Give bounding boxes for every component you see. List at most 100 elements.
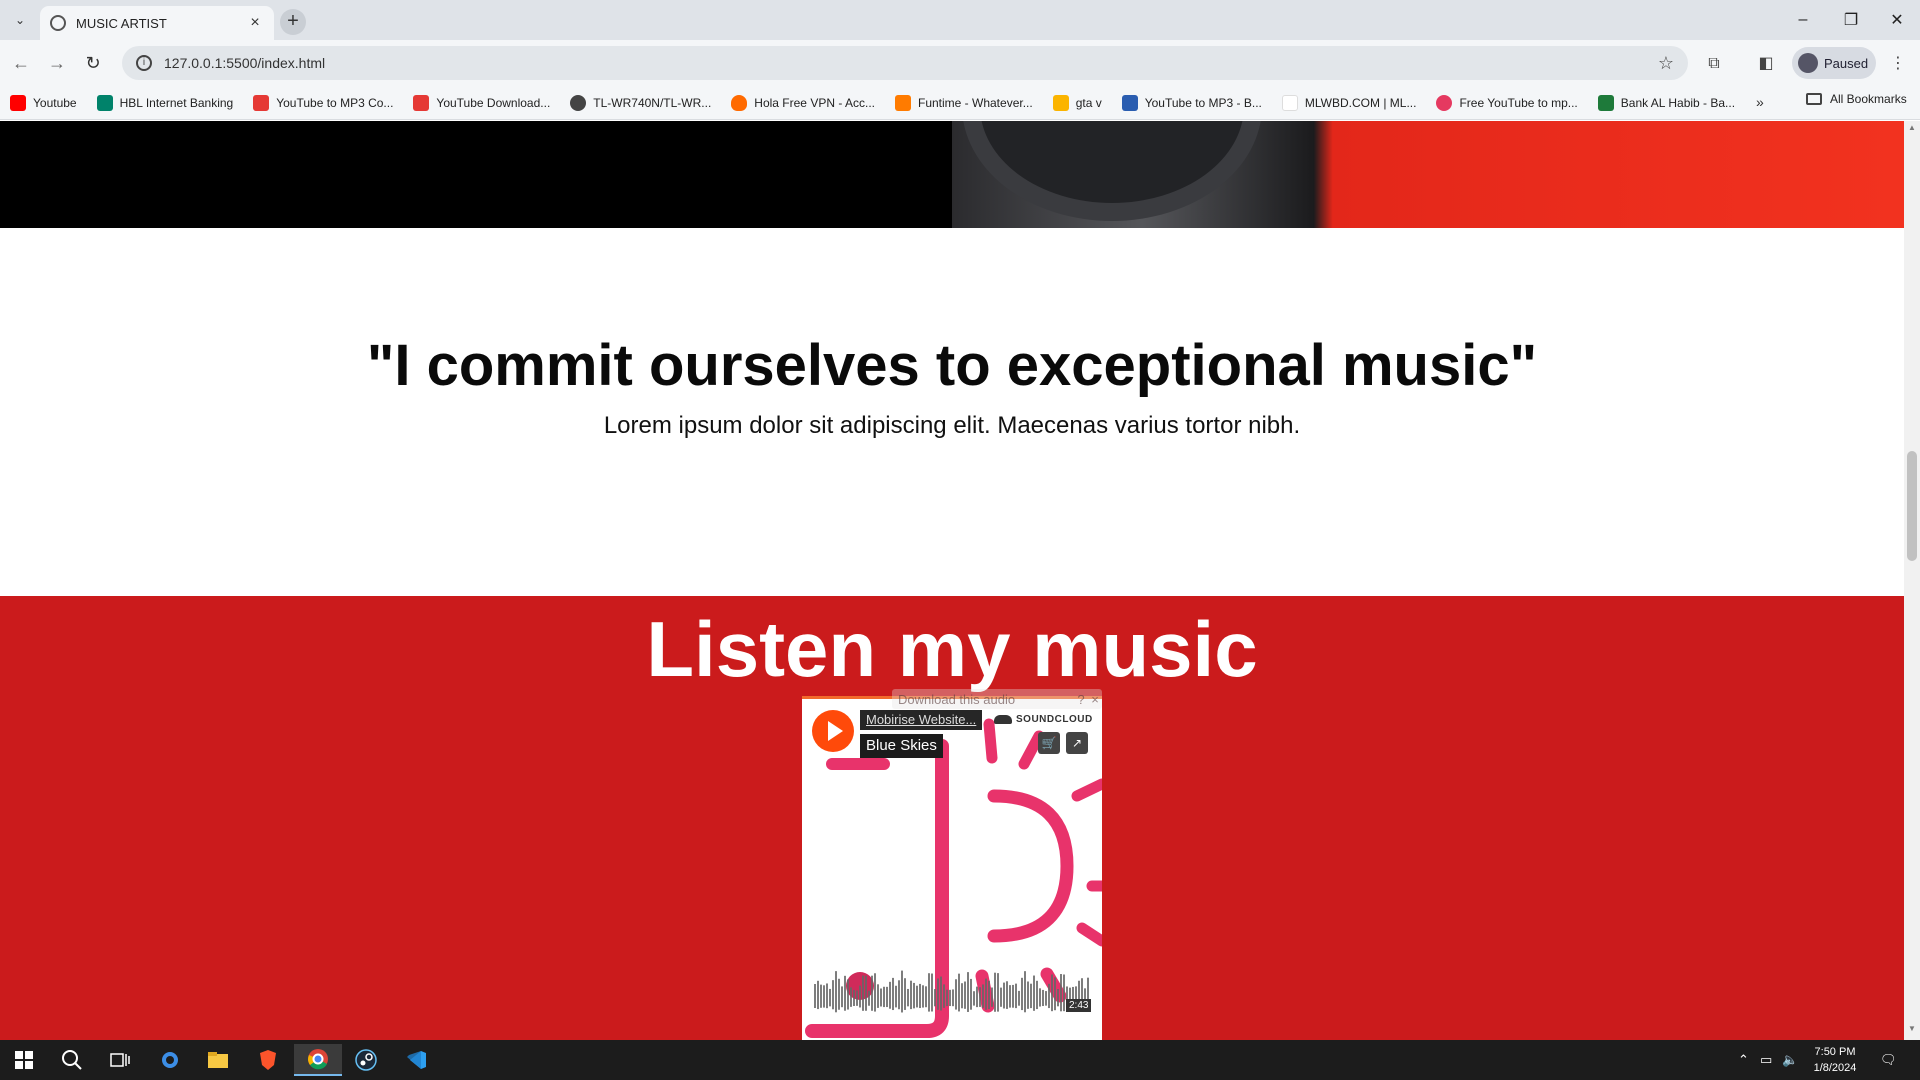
waveform-bar	[865, 975, 867, 1011]
tab-search-button[interactable]: ⌄	[8, 10, 32, 30]
extensions-icon[interactable]: ⧉	[1702, 52, 1726, 76]
task-view-icon[interactable]	[100, 1044, 140, 1076]
vscode-icon[interactable]	[396, 1044, 436, 1076]
artist-link[interactable]: Mobirise Website...	[860, 710, 983, 730]
system-clock[interactable]: 7:50 PM 1/8/2024	[1800, 1044, 1870, 1076]
waveform-bar	[814, 984, 816, 1008]
soundcloud-player[interactable]: Mobirise Website... Blue Skies SOUNDCLOU…	[802, 696, 1102, 1040]
waveform-bar	[856, 990, 858, 1006]
bookmark-item[interactable]: Funtime - Whatever...	[895, 94, 1033, 111]
steam-icon[interactable]	[346, 1044, 386, 1076]
chevron-up-icon[interactable]: ⌃	[1738, 1052, 1749, 1068]
bookmark-item[interactable]: Bank AL Habib - Ba...	[1597, 94, 1736, 111]
tab-strip: ⌄ MUSIC ARTIST × + – ❐ ✕	[0, 0, 1920, 40]
close-icon[interactable]: ×	[1088, 692, 1102, 707]
site-info-icon[interactable]: i	[136, 55, 152, 71]
waveform-bar	[970, 978, 972, 1010]
bookmark-item[interactable]: YouTube to MP3 Co...	[253, 94, 393, 111]
waveform-bar	[931, 973, 933, 1012]
chrome-icon[interactable]	[294, 1044, 342, 1076]
funtime-icon	[895, 94, 911, 111]
waveform-bar	[913, 982, 915, 1009]
scrollbar-thumb[interactable]	[1907, 451, 1917, 561]
cortana-icon[interactable]	[150, 1044, 190, 1076]
side-panel-icon[interactable]: ◧	[1754, 52, 1778, 76]
download-audio-bar[interactable]: Download this audio ? ×	[892, 689, 1102, 709]
bookmark-item[interactable]: Free YouTube to mp...	[1436, 94, 1578, 111]
search-icon[interactable]	[52, 1044, 92, 1076]
chevron-double-right-icon[interactable]: »	[1756, 94, 1764, 110]
menu-icon[interactable]: ⋮	[1886, 52, 1910, 76]
quote-subtext: Lorem ipsum dolor sit adipiscing elit. M…	[603, 412, 1301, 439]
bookmark-item[interactable]: HBL Internet Banking	[96, 94, 234, 111]
waveform-bar	[874, 973, 876, 1012]
bookmarks-bar: Youtube HBL Internet Banking YouTube to …	[0, 86, 1920, 120]
track-title[interactable]: Blue Skies	[860, 734, 943, 758]
brave-browser-icon[interactable]	[248, 1044, 288, 1076]
waveform-bar	[901, 970, 903, 1013]
share-icon[interactable]: ↗	[1066, 732, 1088, 754]
tab-active[interactable]: MUSIC ARTIST ×	[40, 6, 274, 40]
bookmark-label: HBL Internet Banking	[119, 95, 234, 110]
waveform-bar	[1003, 982, 1005, 1009]
scroll-down-icon[interactable]: ▼	[1904, 1024, 1920, 1038]
tab-close-icon[interactable]: ×	[246, 14, 264, 32]
waveform-bar	[1009, 985, 1011, 1008]
waveform-bar	[871, 975, 873, 1011]
file-explorer-icon[interactable]	[198, 1044, 238, 1076]
waveform-bar	[928, 973, 930, 1012]
waveform-bar	[1051, 974, 1053, 1012]
waveform-bar	[1012, 984, 1014, 1008]
close-window-button[interactable]: ✕	[1874, 0, 1920, 40]
waveform-bar	[880, 988, 882, 1007]
waveform-bar	[853, 989, 855, 1007]
waveform-bar	[1045, 991, 1047, 1006]
waveform-bar	[829, 988, 831, 1007]
bookmark-label: Bank AL Habib - Ba...	[1620, 95, 1736, 110]
soundcloud-brand: SOUNDCLOUD	[1016, 714, 1093, 725]
bookmark-item[interactable]: TL-WR740N/TL-WR...	[570, 94, 711, 111]
bookmark-item[interactable]: YouTube to MP3 - B...	[1121, 94, 1262, 111]
waveform[interactable]	[814, 966, 1092, 1026]
play-icon[interactable]	[812, 710, 854, 752]
notifications-icon[interactable]: 🗨	[1880, 1052, 1897, 1068]
windows-start-icon[interactable]	[4, 1044, 44, 1076]
profile-button[interactable]: Paused	[1792, 47, 1876, 79]
help-icon[interactable]: ?	[1074, 692, 1088, 707]
waveform-bar	[997, 973, 999, 1012]
bookmark-item[interactable]: Youtube	[10, 94, 77, 111]
bookmark-label: YouTube to MP3 - B...	[1144, 95, 1262, 110]
quote-section: "I commit ourselves to exceptional music…	[0, 228, 1904, 596]
forward-icon[interactable]: →	[44, 50, 70, 76]
address-bar[interactable]: i 127.0.0.1:5500/index.html ☆	[122, 46, 1688, 80]
download-icon	[1121, 94, 1138, 111]
bookmark-item[interactable]: Hola Free VPN - Acc...	[731, 94, 875, 111]
url-text[interactable]: 127.0.0.1:5500/index.html	[164, 55, 1658, 71]
bookmark-label: gta v	[1075, 95, 1102, 110]
volume-icon[interactable]: 🔈	[1782, 1052, 1798, 1068]
download-audio-label[interactable]: Download this audio	[892, 692, 1074, 707]
back-icon[interactable]: ←	[8, 50, 34, 76]
youtube-icon	[10, 94, 26, 111]
new-tab-button[interactable]: +	[280, 9, 306, 35]
reload-icon[interactable]: ↻	[80, 50, 106, 76]
network-icon[interactable]: ▭	[1760, 1052, 1772, 1068]
waveform-bar	[1000, 987, 1002, 1007]
waveform-bar	[973, 991, 975, 1006]
browser-toolbar: ← → ↻ i 127.0.0.1:5500/index.html ☆ ⧉ ◧ …	[0, 40, 1920, 86]
page-scrollbar[interactable]: ▲ ▼	[1904, 121, 1920, 1040]
restore-button[interactable]: ❐	[1828, 0, 1874, 40]
bookmark-item[interactable]: gta v	[1052, 94, 1102, 111]
waveform-bar	[1021, 977, 1023, 1011]
bookmark-item[interactable]: MLWBD.COM | ML...	[1281, 94, 1417, 111]
waveform-bar	[988, 980, 990, 1010]
buy-cart-icon[interactable]: 🛒	[1038, 732, 1060, 754]
bookmark-label: MLWBD.COM | ML...	[1304, 95, 1417, 110]
soundcloud-logo[interactable]: SOUNDCLOUD	[994, 714, 1093, 725]
bookmark-item[interactable]: YouTube Download...	[413, 94, 550, 111]
waveform-bar	[1060, 974, 1062, 1012]
all-bookmarks-button[interactable]: All Bookmarks	[1806, 92, 1907, 106]
bookmark-star-icon[interactable]: ☆	[1658, 53, 1674, 74]
scroll-up-icon[interactable]: ▲	[1904, 123, 1920, 137]
minimize-button[interactable]: –	[1780, 0, 1826, 40]
